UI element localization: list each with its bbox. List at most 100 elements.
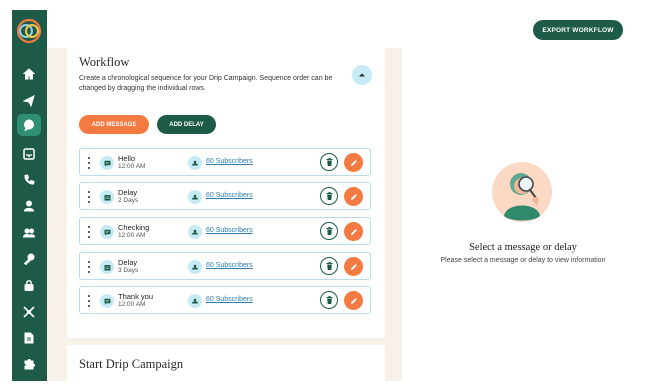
pencil-icon [350,193,357,200]
row-name: Thank you [118,292,154,301]
collapse-button[interactable] [352,65,372,85]
edit-button[interactable] [344,187,363,206]
sidebar-item-apps[interactable] [20,355,38,373]
drag-handle-icon[interactable] [87,261,90,273]
subscribers-badge [188,260,202,274]
audience-icon [192,160,198,166]
key-icon [23,253,35,265]
subscribers-badge [188,294,202,308]
start-campaign-title: Start Drip Campaign [79,357,184,371]
sidebar-item-groups[interactable] [20,224,38,242]
lock-icon [24,280,34,291]
sidebar-item-integrations[interactable] [20,303,38,321]
workflow-row[interactable]: Checking 12:00 AM 60 Subscribers [79,217,371,245]
inbox-icon [23,148,35,160]
trash-icon [326,158,332,166]
workflow-title: Workflow [79,55,130,69]
subscribers-link[interactable]: 60 Subscribers [206,158,253,165]
workflow-row[interactable]: Delay 3 Days 60 Subscribers [79,252,371,280]
message-icon [104,229,110,236]
drag-handle-icon[interactable] [87,295,90,307]
row-type-badge [100,260,114,274]
row-detail: 2 Days [118,197,139,204]
row-type-badge [100,156,114,170]
subscribers-link[interactable]: 60 Subscribers [206,262,253,269]
row-name: Hello [118,154,136,163]
pencil-icon [350,297,357,304]
audience-icon [192,194,198,200]
workflow-row[interactable]: Thank you 12:00 AM 60 Subscribers [79,286,371,314]
row-detail: 12:00 AM [118,163,146,170]
shuffle-icon [23,306,35,318]
row-name: Checking [118,223,150,232]
person-icon [23,200,35,212]
row-type-badge [100,190,114,204]
row-type-badge [100,294,114,308]
sidebar-item-chat[interactable] [17,114,41,136]
document-icon [24,332,34,344]
brand-logo-icon[interactable] [16,18,42,44]
edit-button[interactable] [344,257,363,276]
audience-icon [192,264,198,270]
send-icon [23,95,35,107]
delete-button[interactable] [320,187,338,205]
drag-handle-icon[interactable] [87,157,90,169]
chevron-up-icon [359,73,365,77]
row-type-badge [100,225,114,239]
sidebar-nav [12,10,47,381]
subscribers-link[interactable]: 60 Subscribers [206,192,253,199]
puzzle-icon [24,359,35,370]
sidebar-item-home[interactable] [20,65,38,83]
sidebar-item-contacts[interactable] [20,197,38,215]
audience-icon [192,229,198,235]
message-icon [104,160,110,167]
chat-icon [24,119,34,131]
workflow-row[interactable]: Delay 2 Days 60 Subscribers [79,182,371,210]
workflow-description: Create a chronological sequence for your… [79,75,333,92]
trash-icon [326,262,332,270]
sidebar-item-send[interactable] [20,92,38,110]
row-name: Delay [118,258,138,267]
sidebar-item-security[interactable] [20,276,38,294]
row-name: Delay [118,188,138,197]
calendar-icon [104,194,110,200]
sidebar-item-inbox[interactable] [20,145,38,163]
edit-button[interactable] [344,222,363,241]
workflow-row[interactable]: Hello 12:00 AM 60 Subscribers [79,148,371,176]
message-icon [104,298,110,305]
add-delay-button[interactable]: ADD DELAY [157,115,216,134]
subscribers-badge [188,225,202,239]
subscribers-badge [188,156,202,170]
drag-handle-icon[interactable] [87,191,90,203]
export-workflow-button[interactable]: EXPORT WORKFLOW [533,20,623,40]
start-campaign-card: Start Drip Campaign [67,345,385,385]
sidebar-item-keys[interactable] [20,250,38,268]
delete-button[interactable] [320,153,338,171]
delete-button[interactable] [320,257,338,275]
workflow-card: Workflow Create a chronological sequence… [67,48,385,338]
subscribers-badge [188,190,202,204]
trash-icon [326,296,332,304]
edit-button[interactable] [344,153,363,172]
empty-state-description: Please select a message or delay to view… [440,257,606,264]
edit-button[interactable] [344,291,363,310]
sidebar-item-phone[interactable] [20,171,38,189]
group-icon [23,228,35,238]
trash-icon [326,227,332,235]
pencil-icon [350,228,357,235]
subscribers-link[interactable]: 60 Subscribers [206,227,253,234]
subscribers-link[interactable]: 60 Subscribers [206,296,253,303]
pencil-icon [350,159,357,166]
add-message-button[interactable]: ADD MESSAGE [79,115,149,134]
empty-state-title: Select a message or delay [469,242,577,253]
drag-handle-icon[interactable] [87,226,90,238]
sidebar-item-documents[interactable] [20,329,38,347]
row-detail: 12:00 AM [118,232,146,239]
home-icon [23,68,35,80]
delete-button[interactable] [320,291,338,309]
row-detail: 12:00 AM [118,301,146,308]
row-detail: 3 Days [118,267,139,274]
delete-button[interactable] [320,222,338,240]
pencil-icon [350,263,357,270]
phone-icon [24,174,35,185]
